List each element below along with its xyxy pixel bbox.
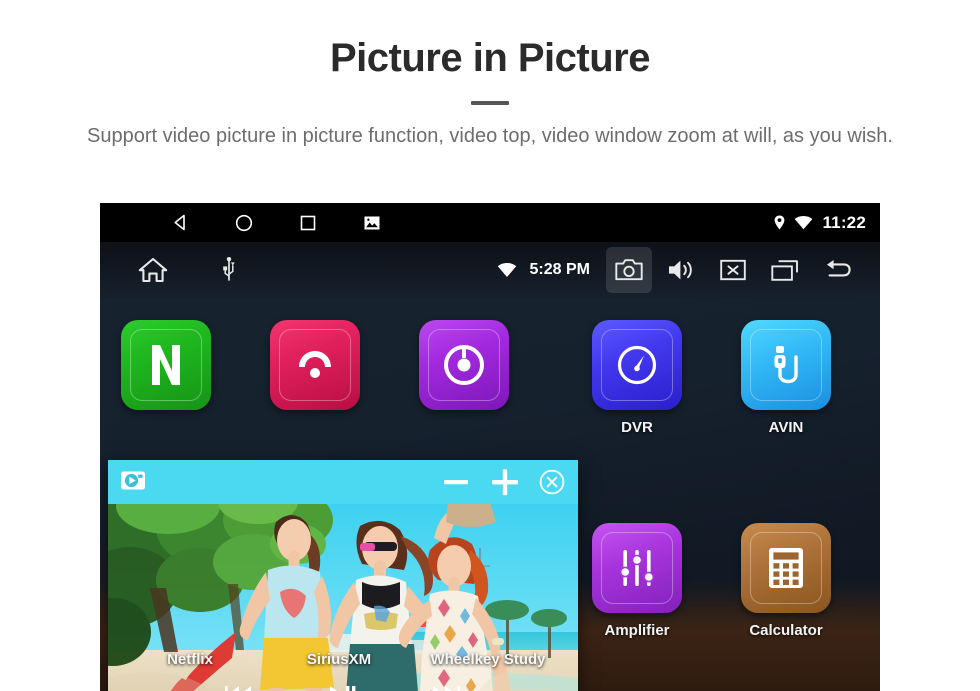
app-wheelkey-study[interactable] xyxy=(416,320,512,410)
location-pin-icon xyxy=(775,215,785,230)
back-arrow-icon xyxy=(827,260,851,277)
play-pause-icon xyxy=(330,686,356,691)
app-tile-dvr xyxy=(592,320,682,410)
minus-icon xyxy=(444,480,468,485)
app-tile-siriusxm xyxy=(270,320,360,410)
android-home-screen: DVR AVIN Amplifier Calculator Netflix Si… xyxy=(100,298,880,691)
toolbar-time: 5:28 PM xyxy=(529,261,590,278)
app-tile-calculator xyxy=(741,523,831,613)
close-box-icon xyxy=(720,259,746,281)
pip-playback-controls xyxy=(108,684,578,691)
device-screen: 11:22 5:28 PM DVR AVIN Amplifier Calcula… xyxy=(100,203,880,691)
pip-play-pause-button[interactable] xyxy=(329,684,357,691)
page-title: Picture in Picture xyxy=(330,36,650,80)
pip-zoom-out-button[interactable] xyxy=(441,467,471,497)
camera-icon xyxy=(615,259,643,281)
av-plug-icon xyxy=(774,346,798,384)
dock-label-netflix: Netflix xyxy=(167,651,213,668)
title-divider xyxy=(471,101,509,105)
toolbar-wifi-icon xyxy=(497,262,516,277)
android-status-bar: 11:22 xyxy=(100,203,880,242)
plus-icon xyxy=(492,469,518,496)
next-track-icon xyxy=(433,686,460,691)
volume-icon xyxy=(669,260,692,280)
square-icon xyxy=(300,215,316,230)
pip-previous-button[interactable] xyxy=(225,684,255,691)
app-calculator[interactable]: Calculator xyxy=(738,523,834,639)
app-avin[interactable]: AVIN xyxy=(738,320,834,436)
app-tile-wheelkey-study xyxy=(419,320,509,410)
image-icon xyxy=(364,216,380,229)
netflix-icon xyxy=(152,345,180,385)
toolbar-usb-indicator[interactable] xyxy=(206,247,252,293)
circle-icon xyxy=(235,214,253,231)
app-netflix[interactable] xyxy=(118,320,214,410)
pip-next-button[interactable] xyxy=(431,684,461,691)
dock-label-wheelkey: Wheelkey Study xyxy=(430,651,546,668)
app-label-amplifier: Amplifier xyxy=(604,622,670,639)
toolbar-volume-button[interactable] xyxy=(658,247,704,293)
app-tile-netflix xyxy=(121,320,211,410)
status-bar-indicators: 11:22 xyxy=(774,203,866,242)
nav-recents-button[interactable] xyxy=(276,203,340,242)
previous-track-icon xyxy=(225,686,251,691)
usb-icon xyxy=(223,257,235,281)
page-root: Picture in Picture Support video picture… xyxy=(0,0,980,691)
video-camera-icon xyxy=(121,471,145,490)
nav-screenshot-button[interactable] xyxy=(340,203,404,242)
toolbar-close-button[interactable] xyxy=(710,247,756,293)
calculator-icon xyxy=(769,548,803,588)
app-siriusxm[interactable] xyxy=(267,320,363,410)
triangle-left-icon xyxy=(173,214,185,231)
recents-icon xyxy=(771,259,798,281)
home-icon xyxy=(138,257,168,283)
page-subtitle: Support video picture in picture functio… xyxy=(87,125,893,147)
wheelkey-icon xyxy=(444,345,484,385)
toolbar-back-button[interactable] xyxy=(814,247,860,293)
app-amplifier[interactable]: Amplifier xyxy=(589,523,685,639)
toolbar-camera-button[interactable] xyxy=(606,247,652,293)
hero-section: Picture in Picture Support video picture… xyxy=(0,0,980,151)
gauge-icon xyxy=(617,345,657,385)
sliders-icon xyxy=(619,550,655,586)
siriusxm-icon xyxy=(299,351,331,378)
app-label-avin: AVIN xyxy=(768,419,804,436)
pip-close-button[interactable] xyxy=(539,469,565,495)
dock-label-siriusxm: SiriusXM xyxy=(306,651,372,668)
pip-window-controls xyxy=(441,460,565,504)
circle-x-icon xyxy=(539,469,565,495)
head-unit-toolbar: 5:28 PM xyxy=(100,242,880,298)
status-bar-nav-group xyxy=(148,203,404,242)
wifi-icon xyxy=(795,215,813,229)
nav-home-button[interactable] xyxy=(212,203,276,242)
app-dvr[interactable]: DVR xyxy=(589,320,685,436)
app-label-calculator: Calculator xyxy=(749,622,823,639)
status-bar-clock: 11:22 xyxy=(822,212,866,232)
app-tile-amplifier xyxy=(592,523,682,613)
app-label-dvr: DVR xyxy=(621,419,653,436)
dock-label-row: Netflix SiriusXM Wheelkey Study xyxy=(100,651,880,673)
toolbar-left-group xyxy=(130,247,252,293)
toolbar-right-group: 5:28 PM xyxy=(497,247,860,293)
nav-back-button[interactable] xyxy=(148,203,212,242)
toolbar-home-button[interactable] xyxy=(130,247,176,293)
app-tile-avin xyxy=(741,320,831,410)
pip-camera-button[interactable] xyxy=(120,469,146,492)
toolbar-recents-button[interactable] xyxy=(762,247,808,293)
pip-zoom-in-button[interactable] xyxy=(489,466,521,498)
